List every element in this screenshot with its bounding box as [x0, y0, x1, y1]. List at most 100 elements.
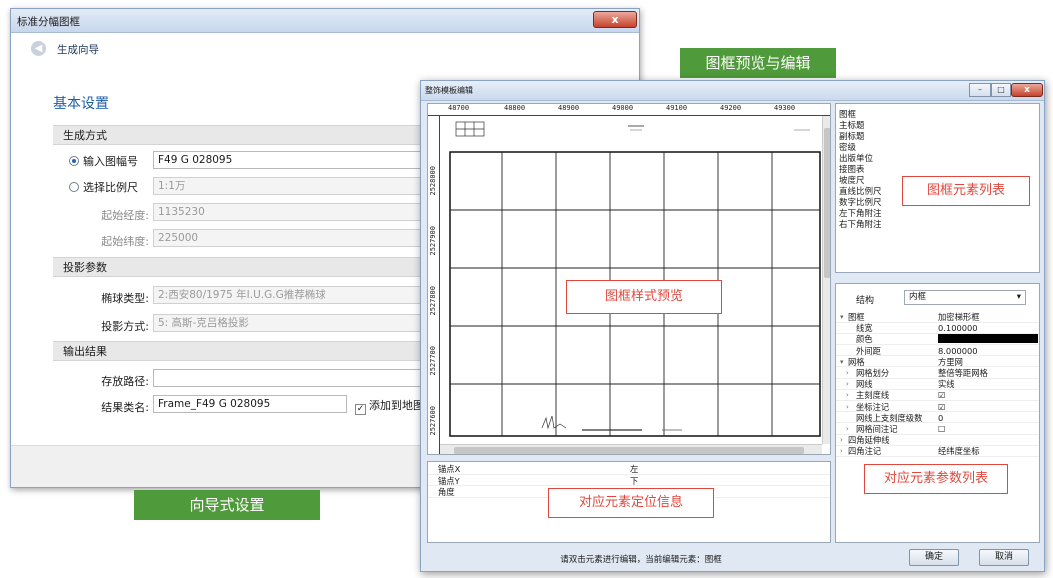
- element-list-annotation: 图框元素列表: [902, 176, 1030, 206]
- chevron-down-icon[interactable]: ▾: [1017, 291, 1021, 304]
- struct-label: 结构: [856, 296, 875, 306]
- property-key: 图框: [848, 312, 865, 322]
- property-row[interactable]: 网线上支刻度级数 0: [836, 413, 1039, 424]
- vruler-tick: 2527800: [429, 286, 437, 316]
- property-row[interactable]: › 网格间注记 ☐: [836, 424, 1039, 435]
- position-annotation: 对应元素定位信息: [548, 488, 714, 518]
- property-value[interactable]: ☑: [938, 390, 945, 400]
- property-value[interactable]: 8.000000: [938, 346, 978, 356]
- lat-label: 起始纬度:: [101, 235, 149, 248]
- projection-method-label: 投影方式:: [101, 320, 149, 333]
- radio-selected-icon[interactable]: [69, 156, 79, 166]
- wizard-nav-bar: ◀ 生成向导: [11, 33, 639, 63]
- property-value[interactable]: 0: [938, 413, 943, 423]
- property-key: 线宽: [856, 323, 873, 334]
- class-name-input[interactable]: Frame_F49 G 028095: [153, 395, 347, 413]
- element-item[interactable]: 右下角附注: [839, 218, 882, 230]
- param-annotation: 对应元素参数列表: [864, 464, 1008, 494]
- back-arrow-icon[interactable]: ◀: [31, 41, 46, 56]
- radio-unselected-icon[interactable]: [69, 182, 79, 192]
- class-name-label: 结果类名:: [101, 401, 149, 414]
- property-value[interactable]: 整倍等距网格: [938, 368, 988, 378]
- minimize-icon[interactable]: –: [969, 83, 991, 97]
- ruler-tick: 48800: [504, 104, 526, 112]
- expand-icon[interactable]: ›: [846, 390, 849, 400]
- property-row[interactable]: ▾ 网格 方里网: [836, 357, 1039, 368]
- position-key: 角度: [438, 487, 455, 497]
- template-editor-window: 整饰模板编辑 – □ x 48700 48800 48900 49000 491…: [420, 80, 1045, 572]
- horizontal-scrollbar[interactable]: [440, 444, 822, 454]
- property-row[interactable]: › 主刻度线 ☑: [836, 390, 1039, 401]
- ruler-tick: 49300: [774, 104, 796, 112]
- collapse-icon[interactable]: ▾: [840, 312, 844, 322]
- ruler-tick: 49200: [720, 104, 742, 112]
- property-row[interactable]: › 网线 实线: [836, 379, 1039, 390]
- ellipsoid-label: 椭球类型:: [101, 292, 149, 305]
- editor-caption: 图框预览与编辑: [680, 48, 836, 78]
- property-key: 网格划分: [856, 368, 890, 378]
- property-row[interactable]: › 四角注记 经纬度坐标: [836, 446, 1039, 457]
- horizontal-ruler: 48700 48800 48900 49000 49100 49200 4930…: [428, 104, 830, 116]
- property-value[interactable]: 加密梯形框: [938, 312, 980, 322]
- vruler-tick: 2528000: [429, 166, 437, 196]
- property-value[interactable]: 实线: [938, 379, 955, 389]
- frame-preview-canvas[interactable]: 48700 48800 48900 49000 49100 49200 4930…: [427, 103, 831, 455]
- struct-select[interactable]: 内框 ▾: [904, 290, 1026, 305]
- property-value[interactable]: [938, 334, 1038, 344]
- expand-icon[interactable]: ›: [846, 368, 849, 378]
- wizard-title: 标准分幅图框: [17, 16, 80, 28]
- path-label: 存放路径:: [101, 375, 149, 388]
- property-value[interactable]: ☑: [938, 402, 945, 412]
- property-row[interactable]: › 网格划分 整倍等距网格: [836, 368, 1039, 379]
- radio-input-sheet[interactable]: 输入图幅号: [69, 153, 138, 169]
- ruler-tick: 48700: [448, 104, 470, 112]
- expand-icon[interactable]: ›: [846, 402, 849, 412]
- expand-icon[interactable]: ›: [840, 435, 843, 445]
- cancel-button[interactable]: 取消: [979, 549, 1029, 566]
- add-to-map-checkbox[interactable]: ✓ 添加到地图: [355, 397, 424, 415]
- ok-button[interactable]: 确定: [909, 549, 959, 566]
- property-value[interactable]: 0.100000: [938, 323, 978, 333]
- position-row[interactable]: 锚点X 左: [428, 464, 830, 475]
- property-key: 颜色: [856, 334, 873, 345]
- editor-title: 整饰模板编辑: [425, 86, 473, 95]
- radio-select-scale[interactable]: 选择比例尺: [69, 179, 138, 195]
- property-grid: ▾ 图框 加密梯形框 线宽 0.100000 颜色 外间距 8.000000 ▾ 网格 方里网 › 网格…: [836, 312, 1039, 462]
- expand-icon[interactable]: ›: [846, 424, 849, 434]
- property-key: 网线上支刻度级数: [856, 412, 923, 423]
- collapse-icon[interactable]: ▾: [840, 357, 844, 367]
- scroll-thumb[interactable]: [824, 128, 830, 278]
- position-row[interactable]: 锚点Y 下: [428, 476, 830, 486]
- expand-icon[interactable]: ›: [846, 379, 849, 389]
- scroll-thumb[interactable]: [454, 447, 804, 454]
- property-key: 坐标注记: [856, 401, 890, 412]
- property-row[interactable]: › 坐标注记 ☑: [836, 402, 1039, 413]
- expand-icon[interactable]: ›: [840, 446, 843, 456]
- editor-close-icon[interactable]: x: [1011, 83, 1043, 97]
- status-text: 请双击元素进行编辑，当前编辑元素：图框: [560, 555, 722, 565]
- check-icon[interactable]: ✓: [355, 404, 366, 415]
- property-row[interactable]: 颜色: [836, 334, 1039, 345]
- property-value[interactable]: ☐: [938, 424, 945, 434]
- property-value[interactable]: 经纬度坐标: [938, 446, 980, 456]
- ruler-tick: 49100: [666, 104, 688, 112]
- editor-footer: 请双击元素进行编辑，当前编辑元素：图框 确定 取消: [421, 545, 1044, 571]
- vertical-scrollbar[interactable]: [822, 116, 830, 444]
- position-key: 锚点X: [438, 464, 461, 474]
- property-key: 网线: [856, 379, 873, 390]
- vertical-ruler: 2528000 2527900 2527800 2527700 2527600: [428, 116, 440, 454]
- property-value[interactable]: 方里网: [938, 357, 963, 367]
- parameter-panel: 结构 内框 ▾ ▾ 图框 加密梯形框 线宽 0.100000 颜色 外间距 8.000000 ▾…: [835, 283, 1040, 543]
- property-row[interactable]: › 四角延伸线: [836, 435, 1039, 446]
- maximize-icon[interactable]: □: [991, 83, 1011, 97]
- property-row[interactable]: 外间距 8.000000: [836, 346, 1039, 357]
- vruler-tick: 2527700: [429, 346, 437, 376]
- position-value[interactable]: 左: [630, 464, 638, 474]
- property-row[interactable]: 线宽 0.100000: [836, 323, 1039, 334]
- editor-title-bar: 整饰模板编辑 – □ x: [421, 81, 1044, 101]
- ruler-tick: 49000: [612, 104, 634, 112]
- property-key: 四角注记: [848, 446, 882, 457]
- wizard-close-button[interactable]: x: [593, 11, 637, 28]
- property-row[interactable]: ▾ 图框 加密梯形框: [836, 312, 1039, 323]
- position-value[interactable]: 下: [630, 476, 638, 486]
